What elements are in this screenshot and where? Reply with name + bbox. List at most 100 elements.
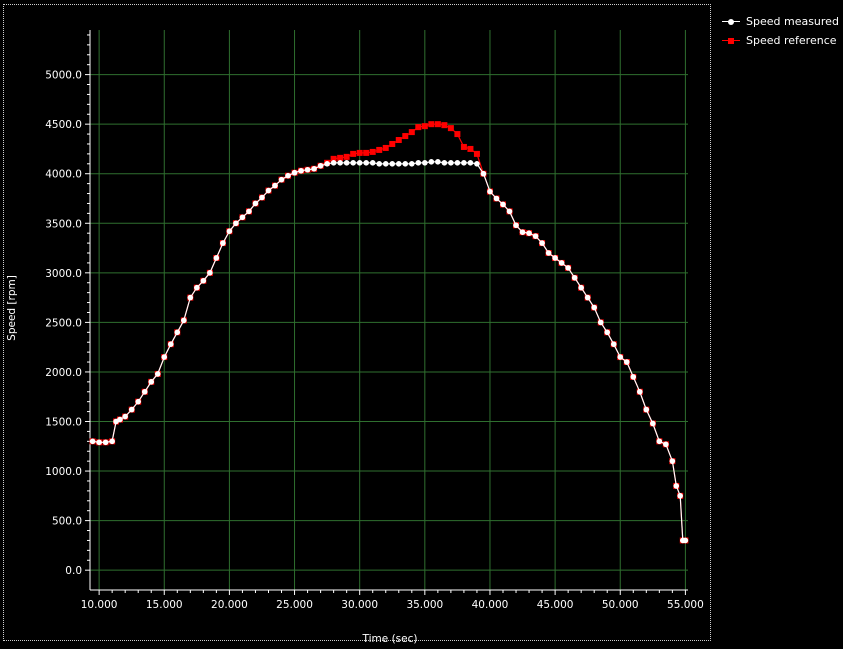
x-tick-label: 25.000 [276, 599, 313, 611]
x-tick-label: 10.000 [81, 599, 118, 611]
legend-label: Speed reference [746, 34, 837, 47]
data-point [441, 122, 448, 129]
data-point [578, 284, 584, 291]
data-point [382, 144, 389, 151]
data-point [291, 169, 298, 176]
data-point [643, 406, 650, 413]
data-point [298, 167, 304, 174]
data-point [650, 420, 656, 427]
data-point [161, 354, 168, 360]
legend-label: Speed measured [746, 15, 839, 28]
data-point [441, 160, 448, 166]
speed-chart: 0.0 500.0 1000.0 1500.0 2000.0 2500.0 3000.0 35… [6, 30, 704, 645]
data-point [682, 537, 689, 544]
data-point [597, 319, 604, 326]
data-point [571, 274, 578, 281]
data-point [656, 438, 663, 445]
data-point [552, 255, 558, 261]
data-point [89, 438, 96, 445]
legend-item: Speed reference [722, 31, 839, 50]
y-tick-label: 4500.0 [45, 119, 82, 131]
data-point [422, 160, 428, 166]
data-point [109, 438, 115, 445]
data-point [356, 149, 363, 156]
data-point [181, 317, 187, 324]
legend: Speed measured Speed reference [722, 12, 839, 50]
data-point [447, 125, 454, 132]
data-point [500, 201, 506, 208]
data-point [246, 208, 252, 215]
data-point [663, 441, 669, 448]
data-point [467, 160, 474, 166]
data-point [265, 187, 272, 194]
data-point [526, 230, 532, 236]
data-point [669, 458, 676, 464]
data-point [630, 374, 637, 380]
x-tick-label: 45.000 [537, 599, 574, 611]
y-tick-label: 3000.0 [45, 268, 82, 280]
data-point [677, 493, 683, 499]
data-point [435, 159, 441, 165]
data-point [395, 137, 402, 144]
data-point [389, 161, 396, 167]
data-point [493, 195, 500, 202]
x-tick-label: 40.000 [472, 599, 509, 611]
data-point [135, 398, 142, 405]
data-point [434, 121, 441, 128]
x-tick-label: 20.000 [211, 599, 248, 611]
data-point [584, 294, 591, 301]
x-axis-title: Time (sec) [362, 633, 418, 645]
x-tick-label: 15.000 [146, 599, 183, 611]
data-point [343, 153, 350, 160]
data-point [350, 160, 356, 166]
data-point [117, 416, 123, 423]
data-point [128, 406, 135, 413]
data-point [194, 284, 200, 291]
legend-item: Speed measured [722, 12, 839, 31]
data-point [513, 222, 519, 229]
x-tick-label: 30.000 [341, 599, 378, 611]
data-point [565, 265, 571, 271]
data-point [545, 250, 552, 256]
series-speed-measured [89, 159, 689, 544]
data-point [102, 439, 109, 446]
series-line [92, 123, 686, 542]
data-point [402, 133, 409, 140]
data-point [408, 129, 415, 136]
data-point [454, 160, 461, 166]
series-group [89, 121, 689, 544]
data-point [174, 329, 181, 336]
data-point [448, 160, 454, 166]
x-tick-label: 35.000 [406, 599, 443, 611]
data-point [272, 182, 278, 189]
data-point [539, 240, 545, 246]
data-point [213, 255, 220, 261]
data-point [673, 483, 680, 489]
data-point [200, 277, 207, 284]
data-point [402, 161, 409, 167]
data-point [350, 150, 357, 157]
data-point [591, 304, 597, 311]
data-point [324, 161, 330, 167]
data-point [532, 233, 539, 239]
axes: 0.0 500.0 1000.0 1500.0 2000.0 2500.0 3000.0 35… [45, 30, 704, 611]
data-point [461, 160, 467, 166]
y-tick-label: 500.0 [52, 516, 82, 528]
data-point [207, 270, 213, 276]
data-point [454, 131, 461, 138]
data-point [96, 439, 102, 446]
circle-marker-icon [722, 17, 740, 27]
y-tick-label: 1000.0 [45, 466, 82, 478]
data-point [473, 150, 480, 157]
data-point [259, 194, 265, 201]
data-point [148, 379, 155, 385]
data-point [187, 294, 194, 301]
data-point [311, 165, 317, 172]
data-point [343, 160, 350, 166]
data-point [376, 146, 383, 153]
data-point [337, 154, 344, 161]
data-point [233, 220, 239, 227]
data-point [220, 240, 226, 246]
data-point [474, 161, 480, 167]
y-tick-label: 3500.0 [45, 218, 82, 230]
